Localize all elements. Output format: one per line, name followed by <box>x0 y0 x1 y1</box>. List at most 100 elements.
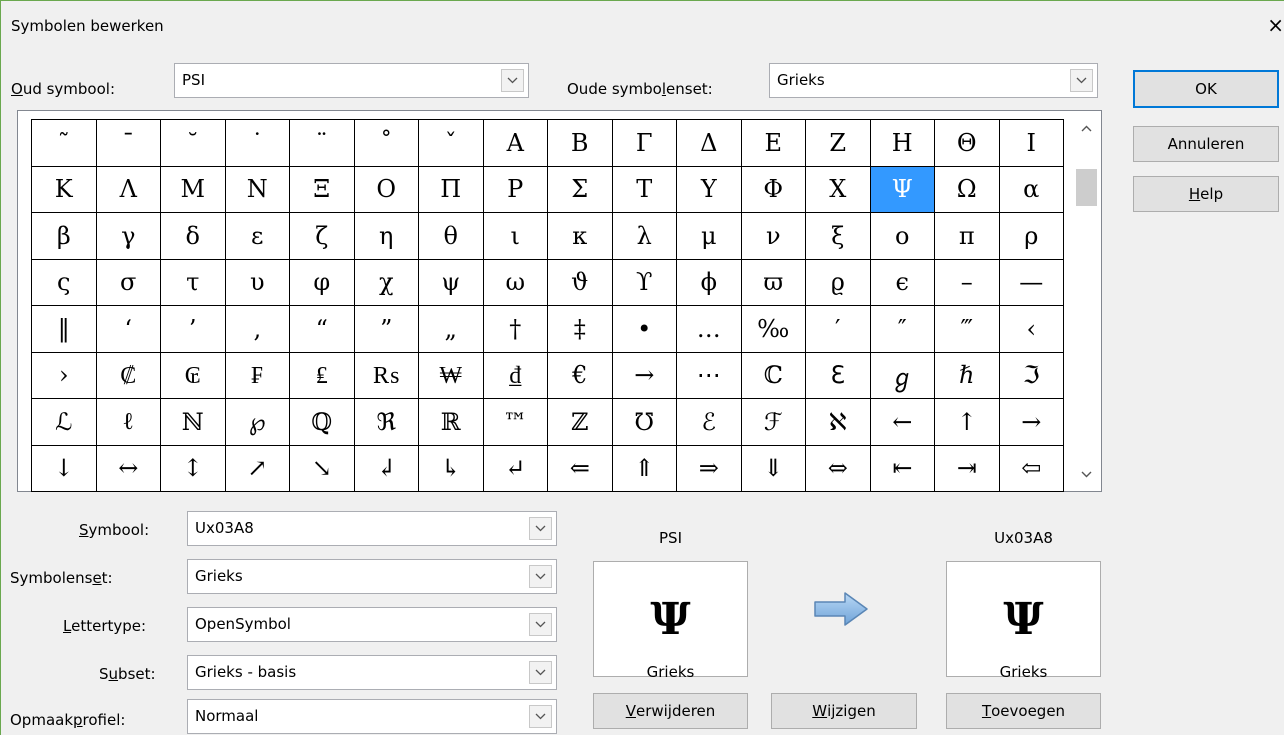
symbol-cell[interactable]: ’ <box>161 306 226 353</box>
symbol-cell[interactable]: ℧ <box>612 399 677 446</box>
chevron-down-icon[interactable] <box>1070 69 1093 92</box>
symbol-cell[interactable]: ν <box>741 213 806 260</box>
symbol-cell[interactable]: Ρ <box>483 166 548 213</box>
symbol-cell[interactable]: ‰ <box>741 306 806 353</box>
symbol-cell[interactable]: Α <box>483 120 548 167</box>
symbol-cell[interactable]: ℕ <box>161 399 226 446</box>
symbol-cell[interactable]: ℱ <box>741 399 806 446</box>
symbol-cell[interactable]: Μ <box>161 166 226 213</box>
symbol-cell[interactable]: ϱ <box>806 259 871 306</box>
scroll-down-icon[interactable] <box>1072 463 1101 485</box>
symbol-cell[interactable]: ↘ <box>290 445 355 492</box>
symbol-cell[interactable]: Κ <box>32 166 97 213</box>
symbol-cell[interactable]: Φ <box>741 166 806 213</box>
symbol-cell[interactable]: ˚ <box>354 120 419 167</box>
symbol-cell[interactable]: ˇ <box>419 120 484 167</box>
symbol-cell[interactable]: β <box>32 213 97 260</box>
symbol-cell[interactable]: ₢ <box>161 352 226 399</box>
symbol-cell[interactable]: ⋯ <box>677 352 742 399</box>
symbol-cell[interactable]: ρ <box>999 213 1064 260</box>
symbol-cell[interactable]: Δ <box>677 120 742 167</box>
symbol-cell[interactable]: κ <box>548 213 613 260</box>
chevron-down-icon[interactable] <box>529 705 552 728</box>
symbol-cell[interactable]: ‹ <box>999 306 1064 353</box>
symbol-cell[interactable]: ϑ <box>548 259 613 306</box>
symbol-cell[interactable]: Τ <box>612 166 677 213</box>
symbol-cell[interactable]: † <box>483 306 548 353</box>
symbolset-field-combo[interactable]: Grieks <box>187 559 557 594</box>
symbol-field-combo[interactable]: Ux03A8 <box>187 511 557 546</box>
symbol-cell[interactable]: Ζ <box>806 120 871 167</box>
chevron-down-icon[interactable] <box>501 69 524 92</box>
symbol-cell[interactable]: ℑ <box>999 352 1064 399</box>
symbol-cell[interactable]: Ω <box>935 166 1000 213</box>
symbol-cell[interactable]: ₤ <box>290 352 355 399</box>
symbol-cell[interactable]: ₩ <box>419 352 484 399</box>
symbol-cell[interactable]: Η <box>870 120 935 167</box>
symbol-cell[interactable]: Χ <box>806 166 871 213</box>
scroll-up-icon[interactable] <box>1072 117 1101 139</box>
symbol-cell[interactable]: ‘ <box>96 306 161 353</box>
symbol-cell[interactable]: ⇔ <box>806 445 871 492</box>
symbol-cell[interactable]: ℰ <box>677 399 742 446</box>
symbol-cell[interactable]: ο <box>870 213 935 260</box>
symbol-cell[interactable]: ↕ <box>161 445 226 492</box>
symbol-cell[interactable]: χ <box>354 259 419 306</box>
symbol-cell[interactable]: ↳ <box>419 445 484 492</box>
symbol-cell[interactable]: ⇓ <box>741 445 806 492</box>
chevron-down-icon[interactable] <box>529 565 552 588</box>
symbol-cell[interactable]: ℘ <box>225 399 290 446</box>
symbol-cell[interactable]: ξ <box>806 213 871 260</box>
subset-field-combo[interactable]: Grieks - basis <box>187 655 557 690</box>
symbol-cell[interactable]: ℜ <box>354 399 419 446</box>
symbol-cell[interactable]: ς <box>32 259 97 306</box>
delete-button[interactable]: Verwijderen <box>593 693 748 729</box>
grid-scrollbar[interactable] <box>1072 111 1101 491</box>
symbol-cell[interactable]: “ <box>290 306 355 353</box>
symbol-cell[interactable]: ↗ <box>225 445 290 492</box>
symbol-cell[interactable]: ₨ <box>354 352 419 399</box>
symbol-cell[interactable]: ™ <box>483 399 548 446</box>
help-button[interactable]: Help <box>1133 176 1279 212</box>
symbol-cell[interactable]: › <box>32 352 97 399</box>
symbol-cell[interactable]: Ο <box>354 166 419 213</box>
symbol-cell[interactable]: ϕ <box>677 259 742 306</box>
symbol-cell[interactable]: ⇦ <box>999 445 1064 492</box>
symbol-cell[interactable]: ℓ <box>96 399 161 446</box>
symbol-cell[interactable]: → <box>612 352 677 399</box>
symbol-cell[interactable]: ₣ <box>225 352 290 399</box>
symbol-cell[interactable]: ℊ <box>870 352 935 399</box>
symbol-cell[interactable]: ϖ <box>741 259 806 306</box>
symbol-cell[interactable]: ↲ <box>354 445 419 492</box>
old-symbol-combo[interactable]: PSI <box>174 63 529 98</box>
symbol-cell[interactable]: € <box>548 352 613 399</box>
symbol-cell[interactable]: Β <box>548 120 613 167</box>
symbol-cell[interactable]: Ψ <box>870 166 935 213</box>
symbol-cell[interactable]: ψ <box>419 259 484 306</box>
chevron-down-icon[interactable] <box>529 517 552 540</box>
symbol-cell[interactable]: υ <box>225 259 290 306</box>
symbol-cell[interactable]: ℏ <box>935 352 1000 399</box>
symbol-cell[interactable]: Λ <box>96 166 161 213</box>
symbol-cell[interactable]: ″ <box>870 306 935 353</box>
symbol-cell[interactable]: ℒ <box>32 399 97 446</box>
symbol-cell[interactable]: ⇤ <box>870 445 935 492</box>
symbol-cell[interactable]: ′ <box>806 306 871 353</box>
symbol-cell[interactable]: ℇ <box>806 352 871 399</box>
symbol-cell[interactable]: Σ <box>548 166 613 213</box>
symbol-cell[interactable]: ↵ <box>483 445 548 492</box>
symbol-cell[interactable]: ˜ <box>32 120 97 167</box>
symbol-cell[interactable]: τ <box>161 259 226 306</box>
symbol-cell[interactable]: ϵ <box>870 259 935 306</box>
modify-button[interactable]: Wijzigen <box>771 693 917 729</box>
symbol-cell[interactable]: • <box>612 306 677 353</box>
symbol-cell[interactable]: ˙ <box>225 120 290 167</box>
symbol-cell[interactable]: — <box>999 259 1064 306</box>
symbol-cell[interactable]: Π <box>419 166 484 213</box>
symbol-cell[interactable]: π <box>935 213 1000 260</box>
symbol-cell[interactable]: ‚ <box>225 306 290 353</box>
symbol-cell[interactable]: Ε <box>741 120 806 167</box>
symbol-cell[interactable]: δ <box>161 213 226 260</box>
symbol-cell[interactable]: μ <box>677 213 742 260</box>
symbol-cell[interactable]: ε <box>225 213 290 260</box>
